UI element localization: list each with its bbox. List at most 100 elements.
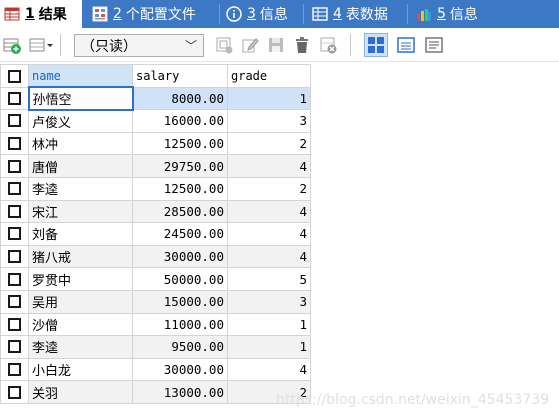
- tab-profiles[interactable]: 2 个配置文件: [88, 0, 218, 28]
- row-checkbox[interactable]: [8, 227, 21, 241]
- row-checkbox[interactable]: [8, 159, 21, 173]
- save-icon[interactable]: [266, 35, 286, 55]
- salary-cell[interactable]: 29750.00: [132, 154, 228, 178]
- table-row[interactable]: 宋江 28500.00 4: [0, 199, 311, 224]
- text-view-icon[interactable]: [424, 35, 444, 55]
- info-icon: [226, 6, 242, 22]
- column-header-grade[interactable]: grade: [227, 64, 311, 88]
- salary-cell[interactable]: 12500.00: [132, 131, 228, 156]
- row-checkbox[interactable]: [8, 385, 21, 399]
- form-view-icon[interactable]: [396, 35, 416, 55]
- tab-number: 4: [333, 6, 342, 22]
- table-row[interactable]: 罗贯中 50000.00 5: [0, 267, 311, 291]
- row-checkbox[interactable]: [8, 363, 21, 377]
- grade-cell[interactable]: 4: [227, 154, 311, 178]
- salary-cell[interactable]: 8000.00: [132, 86, 228, 111]
- name-cell[interactable]: 李逵: [28, 335, 133, 359]
- name-cell[interactable]: 刘备: [28, 222, 133, 246]
- grade-cell[interactable]: 1: [227, 86, 311, 111]
- tab-result[interactable]: 1 结果: [0, 0, 82, 28]
- name-cell[interactable]: 罗贯中: [28, 267, 133, 291]
- copy-row-icon[interactable]: [28, 35, 54, 55]
- grade-cell[interactable]: 4: [227, 357, 311, 382]
- add-row-icon[interactable]: [2, 35, 22, 55]
- salary-cell[interactable]: 24500.00: [132, 222, 228, 246]
- table-row[interactable]: 李逵 12500.00 2: [0, 176, 311, 201]
- name-cell[interactable]: 卢俊义: [28, 109, 133, 133]
- grade-cell[interactable]: 2: [227, 176, 311, 201]
- tab-divider: [219, 4, 220, 24]
- select-all-checkbox[interactable]: [8, 69, 21, 83]
- grade-cell[interactable]: 2: [227, 131, 311, 156]
- table-row[interactable]: 吴用 15000.00 3: [0, 289, 311, 314]
- tab-info[interactable]: 3 信息: [222, 0, 300, 28]
- grade-cell[interactable]: 4: [227, 244, 311, 269]
- name-cell[interactable]: 孙悟空: [27, 86, 134, 111]
- salary-cell[interactable]: 13000.00: [132, 380, 228, 404]
- grade-cell[interactable]: 5: [227, 267, 311, 291]
- row-checkbox[interactable]: [8, 204, 21, 218]
- salary-cell[interactable]: 9500.00: [132, 335, 228, 359]
- salary-cell[interactable]: 12500.00: [132, 176, 228, 201]
- name-cell[interactable]: 小白龙: [28, 357, 133, 382]
- cancel-icon[interactable]: [318, 35, 338, 55]
- table-row[interactable]: 猪八戒 30000.00 4: [0, 244, 311, 269]
- name-cell[interactable]: 宋江: [28, 199, 133, 224]
- tab-info-2[interactable]: 5 信息: [412, 0, 496, 28]
- name-cell[interactable]: 李逵: [28, 176, 133, 201]
- tab-table-data[interactable]: 4 表数据: [308, 0, 406, 28]
- row-checkbox[interactable]: [8, 272, 21, 286]
- table-row[interactable]: 孙悟空 8000.00 1: [0, 86, 311, 111]
- name-cell[interactable]: 唐僧: [28, 154, 133, 178]
- select-all-cell[interactable]: [0, 64, 29, 88]
- row-checkbox[interactable]: [8, 295, 21, 309]
- grade-cell[interactable]: 3: [227, 109, 311, 133]
- salary-cell[interactable]: 50000.00: [132, 267, 228, 291]
- table-row[interactable]: 林冲 12500.00 2: [0, 131, 311, 156]
- info-chart-icon: [416, 6, 432, 22]
- tab-label: 个配置文件: [125, 7, 196, 23]
- salary-cell[interactable]: 30000.00: [132, 244, 228, 269]
- salary-cell[interactable]: 11000.00: [132, 312, 228, 337]
- table-row[interactable]: 关羽 13000.00 2: [0, 380, 311, 404]
- result-grid: name salary grade 孙悟空 8000.00 1 卢俊义 1600…: [0, 64, 311, 404]
- column-header-salary[interactable]: salary: [132, 64, 228, 88]
- name-cell[interactable]: 林冲: [28, 131, 133, 156]
- table-row[interactable]: 小白龙 30000.00 4: [0, 357, 311, 382]
- row-checkbox[interactable]: [8, 182, 21, 196]
- row-checkbox[interactable]: [8, 250, 21, 264]
- grade-cell[interactable]: 3: [227, 289, 311, 314]
- name-cell[interactable]: 关羽: [28, 380, 133, 404]
- grade-cell[interactable]: 4: [227, 199, 311, 224]
- import-icon[interactable]: [214, 35, 234, 55]
- row-checkbox[interactable]: [8, 317, 21, 331]
- row-checkbox[interactable]: [8, 114, 21, 128]
- salary-cell[interactable]: 28500.00: [132, 199, 228, 224]
- table-row[interactable]: 唐僧 29750.00 4: [0, 154, 311, 178]
- name-cell[interactable]: 猪八戒: [28, 244, 133, 269]
- name-cell[interactable]: 沙僧: [28, 312, 133, 337]
- salary-cell[interactable]: 16000.00: [132, 109, 228, 133]
- grid-header-row: name salary grade: [0, 64, 311, 88]
- row-checkbox[interactable]: [8, 340, 21, 354]
- salary-cell[interactable]: 30000.00: [132, 357, 228, 382]
- grade-cell[interactable]: 1: [227, 312, 311, 337]
- grid-view-icon[interactable]: [364, 33, 388, 57]
- row-checkbox[interactable]: [8, 137, 21, 151]
- table-row[interactable]: 李逵 9500.00 1: [0, 335, 311, 359]
- row-checkbox[interactable]: [7, 91, 21, 105]
- edit-icon[interactable]: [240, 35, 260, 55]
- tab-label: 结果: [38, 7, 67, 23]
- grade-cell[interactable]: 1: [227, 335, 311, 359]
- column-header-name[interactable]: name: [28, 64, 133, 88]
- table-row[interactable]: 沙僧 11000.00 1: [0, 312, 311, 337]
- delete-icon[interactable]: [292, 35, 312, 55]
- tab-number: 1: [25, 6, 35, 22]
- table-row[interactable]: 刘备 24500.00 4: [0, 222, 311, 246]
- table-row[interactable]: 卢俊义 16000.00 3: [0, 109, 311, 133]
- toolbar-divider: [350, 34, 351, 56]
- grade-cell[interactable]: 4: [227, 222, 311, 246]
- name-cell[interactable]: 吴用: [28, 289, 133, 314]
- read-only-mode-select[interactable]: （只读） ﹀: [74, 34, 204, 57]
- salary-cell[interactable]: 15000.00: [132, 289, 228, 314]
